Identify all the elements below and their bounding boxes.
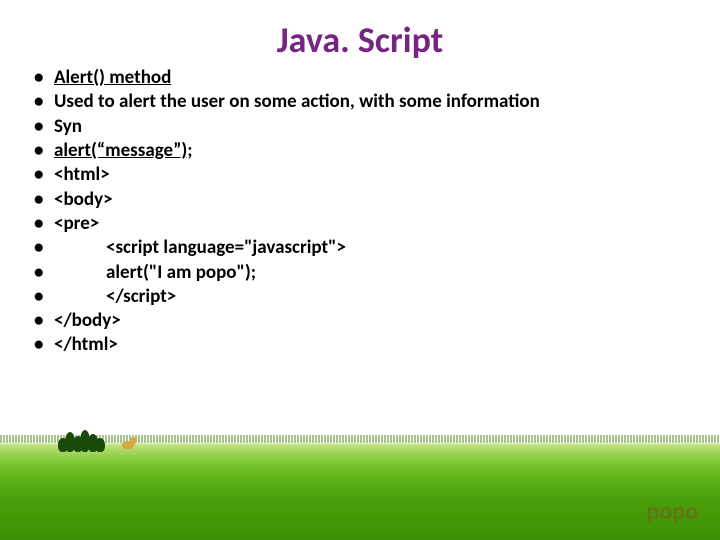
bullet-text: </html>	[54, 333, 700, 357]
slide: Java. Script •Alert() method•Used to ale…	[0, 0, 720, 540]
slide-title: Java. Script	[0, 0, 720, 66]
bullet-text: Syn	[54, 115, 700, 139]
bullet-item: •alert("I am popo");	[28, 261, 700, 285]
bullet-item: •Alert() method	[28, 66, 700, 90]
bullet-dot-icon: •	[28, 90, 54, 114]
bullet-dot-icon: •	[28, 285, 54, 309]
bullet-dot-icon: •	[28, 333, 54, 357]
bullet-text: alert(“message”);	[54, 139, 700, 163]
bullet-dot-icon: •	[28, 66, 54, 90]
slide-content: •Alert() method•Used to alert the user o…	[0, 66, 720, 358]
bullet-text: <html>	[54, 163, 700, 187]
bullet-item: •alert(“message”);	[28, 139, 700, 163]
bullet-item: •Used to alert the user on some action, …	[28, 90, 700, 114]
bullet-dot-icon: •	[28, 163, 54, 187]
bullet-dot-icon: •	[28, 139, 54, 163]
bullet-text: alert("I am popo");	[54, 261, 700, 285]
bullet-dot-icon: •	[28, 115, 54, 139]
bullet-item: •</body>	[28, 309, 700, 333]
footer-watermark: popo	[646, 497, 698, 526]
bullet-item: •Syn	[28, 115, 700, 139]
bullet-item: •<html>	[28, 163, 700, 187]
bullet-text: <script language="javascript">	[54, 236, 700, 260]
bullet-dot-icon: •	[28, 261, 54, 285]
bullet-text: Used to alert the user on some action, w…	[54, 90, 700, 114]
bullet-text: <body>	[54, 188, 700, 212]
dog-decoration	[120, 436, 138, 452]
bullet-dot-icon: •	[28, 212, 54, 236]
bullet-item: •<body>	[28, 188, 700, 212]
bullet-text: <pre>	[54, 212, 700, 236]
bullet-text: </body>	[54, 309, 700, 333]
bullet-item: •</html>	[28, 333, 700, 357]
bullet-dot-icon: •	[28, 236, 54, 260]
bullet-text: Alert() method	[54, 66, 700, 90]
bullet-item: •<pre>	[28, 212, 700, 236]
bullet-text: </script>	[54, 285, 700, 309]
bullet-dot-icon: •	[28, 309, 54, 333]
bullet-dot-icon: •	[28, 188, 54, 212]
bullet-item: •<script language="javascript">	[28, 236, 700, 260]
bullet-item: •</script>	[28, 285, 700, 309]
